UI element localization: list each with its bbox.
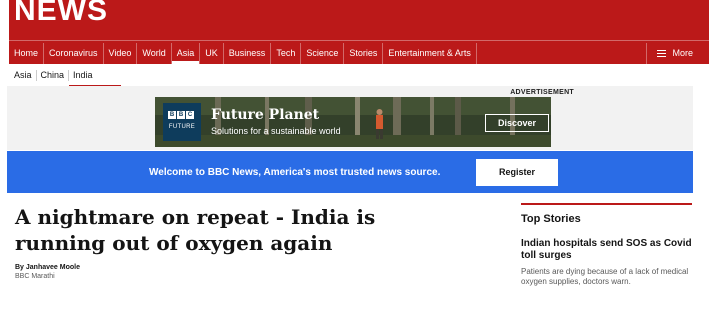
nav-item-entertainment-arts[interactable]: Entertainment & Arts: [383, 43, 477, 64]
sub-nav: Asia China India: [14, 67, 120, 87]
nav-item-science[interactable]: Science: [301, 43, 345, 64]
nav-item-world[interactable]: World: [137, 43, 172, 64]
article-byline: By Janhavee Moole: [15, 264, 80, 271]
main-nav: Home Coronavirus Video World Asia UK Bus…: [9, 43, 477, 64]
bbc-block-c: C: [186, 111, 194, 119]
nav-item-uk[interactable]: UK: [200, 43, 224, 64]
article-headline: A nightmare on repeat - India is running…: [15, 205, 376, 255]
ad-subtitle: Solutions for a sustainable world: [211, 126, 341, 136]
bbc-news-logo[interactable]: NEWS: [14, 0, 108, 28]
nav-item-video[interactable]: Video: [104, 43, 138, 64]
more-menu-button[interactable]: More: [646, 43, 709, 64]
top-story-summary: Patients are dying because of a lack of …: [521, 267, 689, 286]
hamburger-icon: [657, 48, 667, 59]
nav-item-home[interactable]: Home: [9, 43, 45, 64]
subnav-item-india[interactable]: India: [69, 70, 120, 87]
bbc-block-b2: B: [177, 111, 185, 119]
nav-divider: [9, 40, 709, 41]
site-header: NEWS Home Coronavirus Video World Asia U…: [9, 0, 709, 64]
nav-item-asia[interactable]: Asia: [171, 43, 201, 64]
subnav-item-asia[interactable]: Asia: [14, 69, 37, 81]
top-stories-heading: Top Stories: [521, 213, 581, 225]
nav-item-business[interactable]: Business: [224, 43, 272, 64]
subnav-item-china[interactable]: China: [37, 69, 70, 81]
future-planet-ad[interactable]: B B C FUTURE Future Planet Solutions for…: [155, 97, 551, 147]
ad-label: ADVERTISEMENT: [510, 89, 574, 96]
article-byline-org: BBC Marathi: [15, 273, 55, 280]
bbc-future-logo: B B C FUTURE: [163, 103, 201, 141]
nav-item-tech[interactable]: Tech: [271, 43, 302, 64]
top-stories-rule: [521, 203, 692, 205]
nav-item-coronavirus[interactable]: Coronavirus: [44, 43, 104, 64]
ad-discover-button[interactable]: Discover: [485, 114, 549, 132]
register-button[interactable]: Register: [476, 159, 558, 186]
register-banner: Welcome to BBC News, America's most trus…: [7, 151, 693, 193]
banner-message: Welcome to BBC News, America's most trus…: [149, 167, 441, 178]
bbc-block-b1: B: [168, 111, 176, 119]
future-wordmark: FUTURE: [168, 124, 196, 130]
more-label: More: [672, 48, 693, 58]
bbc-blocks: B B C: [168, 111, 194, 119]
ad-title: Future Planet: [211, 107, 320, 123]
top-story-title[interactable]: Indian hospitals send SOS as Covid toll …: [521, 238, 696, 262]
nav-item-stories[interactable]: Stories: [344, 43, 384, 64]
